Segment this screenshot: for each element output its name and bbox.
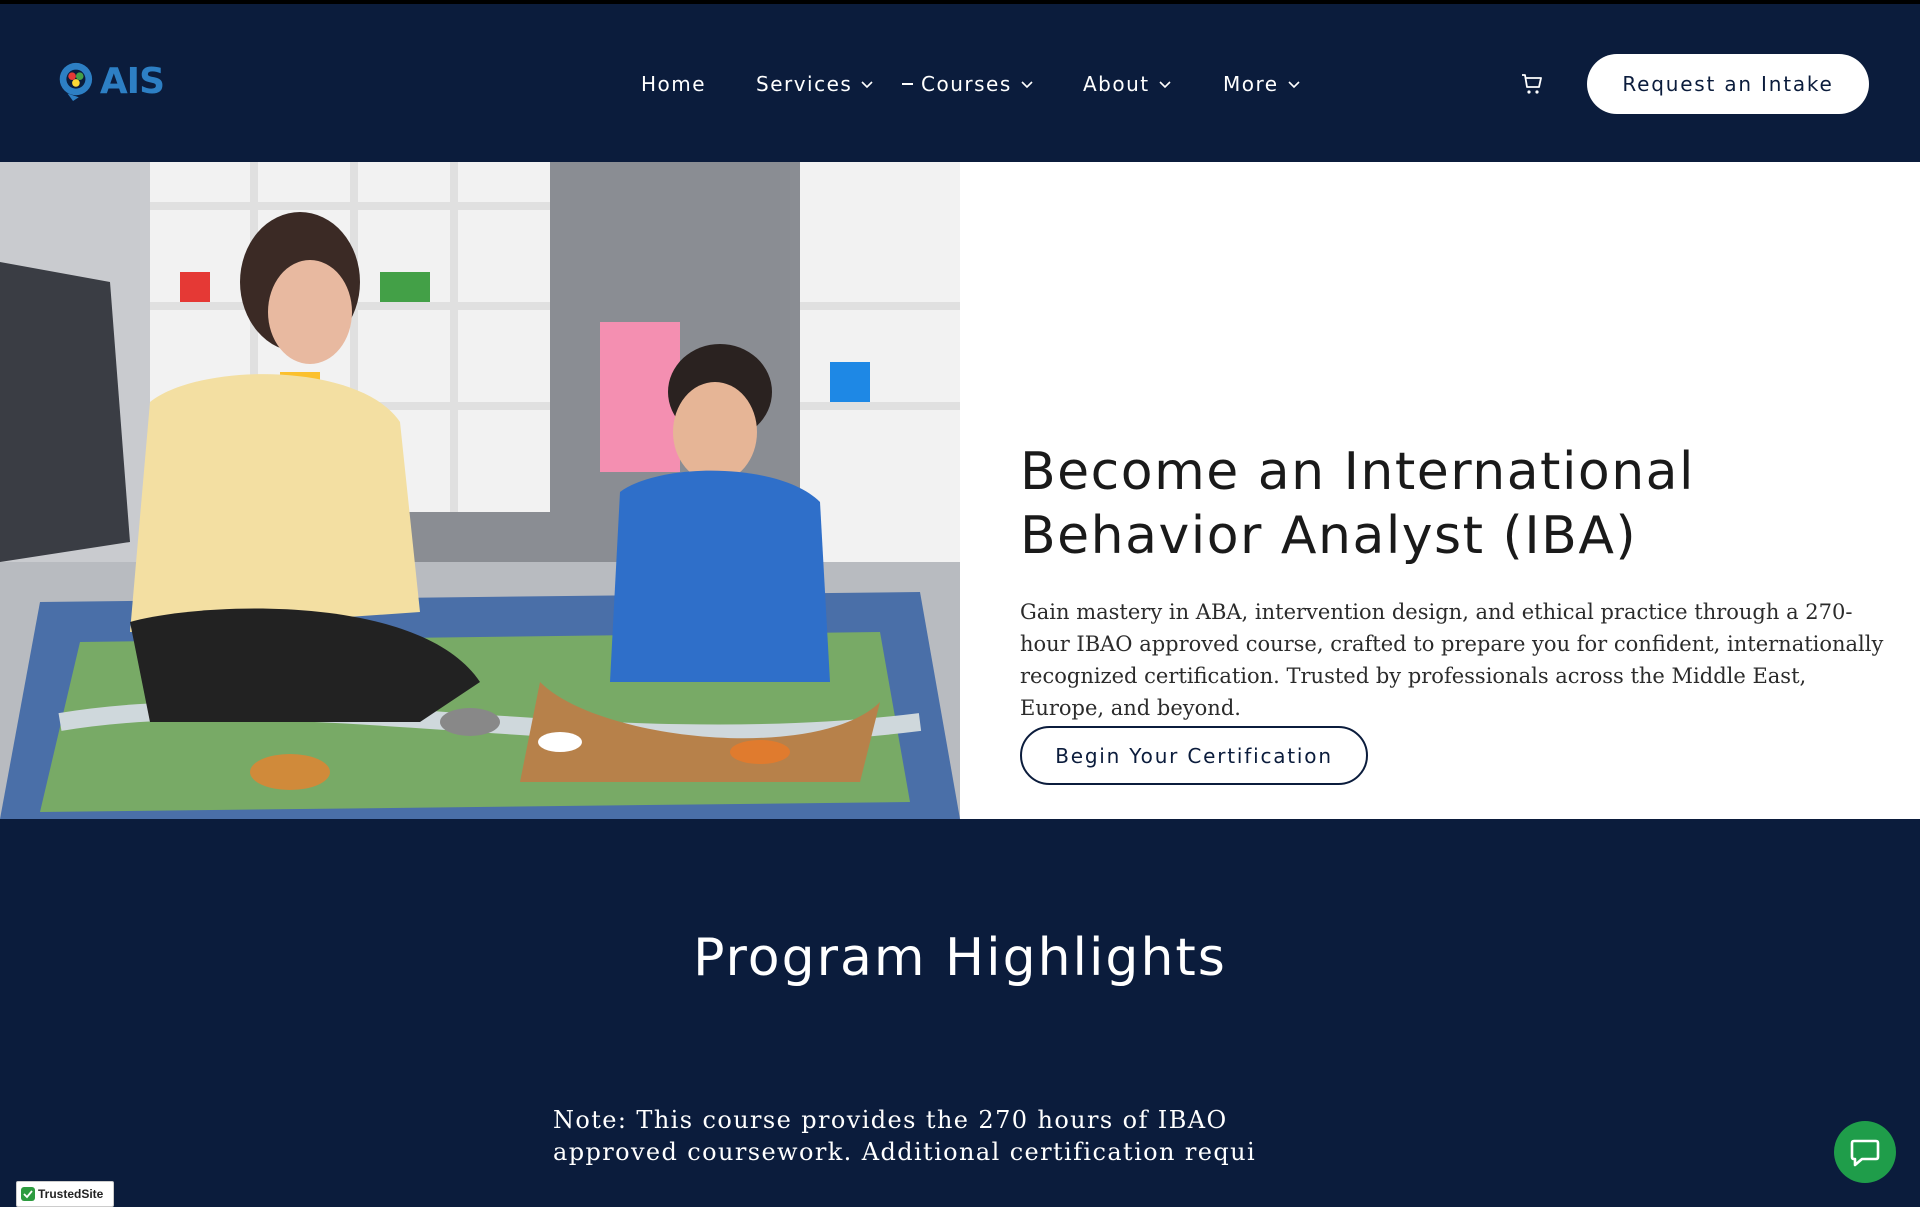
- begin-certification-button[interactable]: Begin Your Certification: [1020, 726, 1368, 785]
- trustedsite-badge[interactable]: TrustedSite: [16, 1181, 114, 1207]
- nav-home[interactable]: Home: [641, 72, 706, 96]
- hero-photo: [0, 162, 960, 819]
- nav-about-label: About: [1083, 72, 1150, 96]
- nav-home-label: Home: [641, 72, 707, 96]
- chevron-down-icon: [1021, 81, 1033, 89]
- hero-description: Gain mastery in ABA, intervention design…: [1020, 600, 1884, 720]
- hero-title: Become an International Behavior Analyst…: [1020, 442, 1695, 566]
- nav-more-label: More: [1223, 72, 1279, 96]
- chat-button[interactable]: [1834, 1121, 1896, 1183]
- nav-courses[interactable]: Courses: [902, 72, 1034, 96]
- chat-bubble-icon: [1850, 1139, 1880, 1167]
- chevron-down-icon: [1288, 81, 1300, 89]
- site-header: AIS Home Services Courses About More Req…: [0, 4, 1920, 162]
- nav-more[interactable]: More: [1223, 72, 1301, 96]
- checkmark-icon: [21, 1187, 35, 1201]
- nav-about[interactable]: About: [1083, 72, 1172, 96]
- nav-courses-label: Courses: [921, 72, 1012, 96]
- cart-icon[interactable]: [1520, 72, 1544, 96]
- nav-services-label: Services: [756, 72, 853, 96]
- therapist-child-photo: [0, 162, 960, 819]
- course-note-line-2: approved coursework. Additional certific…: [553, 1138, 1257, 1166]
- request-intake-button[interactable]: Request an Intake: [1587, 54, 1869, 114]
- chevron-down-icon: [861, 81, 873, 89]
- trustedsite-label: TrustedSite: [38, 1187, 104, 1201]
- nav-services[interactable]: Services: [756, 72, 874, 96]
- active-indicator: [902, 83, 913, 85]
- program-highlights-title: Program Highlights: [693, 928, 1227, 988]
- course-note-line-1: Note: This course provides the 270 hours…: [553, 1106, 1228, 1134]
- chevron-down-icon: [1159, 81, 1171, 89]
- course-note: Note: This course provides the 270 hours…: [553, 1104, 1313, 1168]
